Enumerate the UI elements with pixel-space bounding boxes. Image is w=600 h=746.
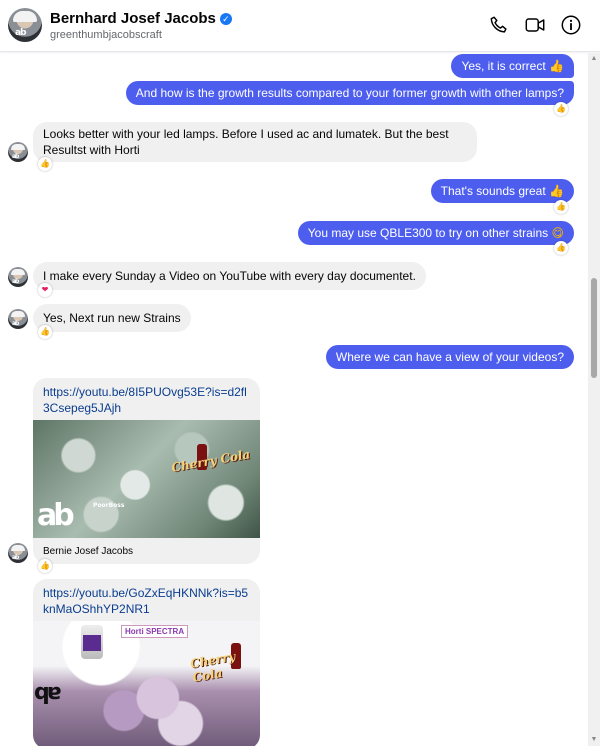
video-thumbnail[interactable]: Horti SPECTRA Cherry Cola ab	[33, 621, 260, 746]
thumbs-up-icon: 👍	[549, 59, 564, 73]
product-bottle-icon	[81, 625, 103, 659]
outgoing-message[interactable]: Where we can have a view of your videos?	[325, 345, 574, 369]
incoming-message[interactable]: I make every Sunday a Video on YouTube w…	[33, 262, 426, 290]
reaction-thumbs-up-icon[interactable]: 👍	[554, 102, 568, 116]
reaction-thumbs-up-icon[interactable]: 👍	[554, 200, 568, 214]
reaction-thumbs-up-icon[interactable]: 👍	[554, 241, 568, 255]
link-caption: Bernie Josef Jacobs	[43, 546, 134, 557]
video-thumbnail[interactable]: Cherry Cola ab PoorBoss	[33, 420, 260, 538]
smiley-icon: 😋	[551, 226, 564, 240]
message-text: You may use QBLE300 to try on other stra…	[307, 226, 549, 240]
message-text: Looks better with your led lamps. Before…	[43, 127, 449, 157]
message-text: Yes, it is correct	[461, 59, 546, 73]
link-url[interactable]: https://youtu.be/GoZxEqHKNNk?is=b5knMaOS…	[43, 585, 253, 617]
phone-icon[interactable]	[488, 14, 510, 36]
scrollbar-thumb[interactable]	[591, 278, 597, 378]
message-text: Where we can have a view of your videos?	[335, 350, 564, 364]
scroll-up-arrow-icon[interactable]: ▲	[590, 55, 598, 63]
link-url[interactable]: https://youtu.be/8I5PUOvg53E?is=d2fl3Cse…	[43, 384, 253, 416]
link-preview-card[interactable]: https://youtu.be/8I5PUOvg53E?is=d2fl3Cse…	[33, 378, 260, 564]
outgoing-message[interactable]: That's sounds great 👍	[430, 179, 574, 203]
sender-avatar[interactable]: ab	[8, 267, 28, 287]
message-text: That's sounds great	[440, 184, 546, 198]
contact-name-text: Bernhard Josef Jacobs	[50, 10, 216, 27]
brand-logo: Cherry Cola	[170, 447, 252, 475]
message-text: And how is the growth results compared t…	[135, 86, 564, 100]
brand-logo: Cherry Cola	[189, 649, 237, 685]
message-thread[interactable]: Yes, it is correct 👍 And how is the grow…	[0, 53, 588, 746]
scroll-down-arrow-icon[interactable]: ▼	[590, 736, 598, 744]
contact-handle: greenthumbjacobscraft	[50, 29, 162, 41]
incoming-message[interactable]: Looks better with your led lamps. Before…	[33, 122, 477, 162]
overlay-text: PoorBoss	[93, 502, 125, 509]
outgoing-message[interactable]: And how is the growth results compared t…	[125, 81, 574, 105]
link-preview-card[interactable]: https://youtu.be/GoZxEqHKNNk?is=b5knMaOS…	[33, 579, 260, 746]
incoming-message[interactable]: Yes, Next run new Strains	[33, 304, 191, 332]
outgoing-message[interactable]: You may use QBLE300 to try on other stra…	[297, 221, 574, 245]
thread-scrollbar[interactable]: ▲ ▼	[588, 53, 600, 746]
sender-avatar[interactable]: ab	[8, 543, 28, 563]
message-text: Yes, Next run new Strains	[43, 311, 181, 325]
contact-avatar[interactable]: ab	[8, 8, 42, 42]
sender-avatar[interactable]: ab	[8, 309, 28, 329]
contact-name[interactable]: Bernhard Josef Jacobs ✓	[50, 10, 232, 27]
message-text: I make every Sunday a Video on YouTube w…	[43, 269, 416, 283]
reaction-thumbs-up-icon[interactable]: 👍	[38, 559, 52, 573]
video-call-icon[interactable]	[524, 14, 546, 36]
info-icon[interactable]	[560, 14, 582, 36]
spectra-logo: Horti SPECTRA	[121, 625, 189, 638]
outgoing-message[interactable]: Yes, it is correct 👍	[451, 54, 574, 78]
channel-logo: ab	[37, 681, 62, 706]
header-actions	[488, 14, 582, 36]
verified-badge-icon: ✓	[219, 13, 232, 25]
channel-logo: ab	[37, 498, 75, 533]
thumbs-up-icon: 👍	[549, 184, 564, 198]
reaction-heart-icon[interactable]: ❤	[38, 283, 52, 297]
chat-header: ab Bernhard Josef Jacobs ✓ greenthumbjaco…	[0, 0, 600, 52]
reaction-thumbs-up-icon[interactable]: 👍	[38, 325, 52, 339]
reaction-thumbs-up-icon[interactable]: 👍	[38, 157, 52, 171]
sender-avatar[interactable]: ab	[8, 142, 28, 162]
